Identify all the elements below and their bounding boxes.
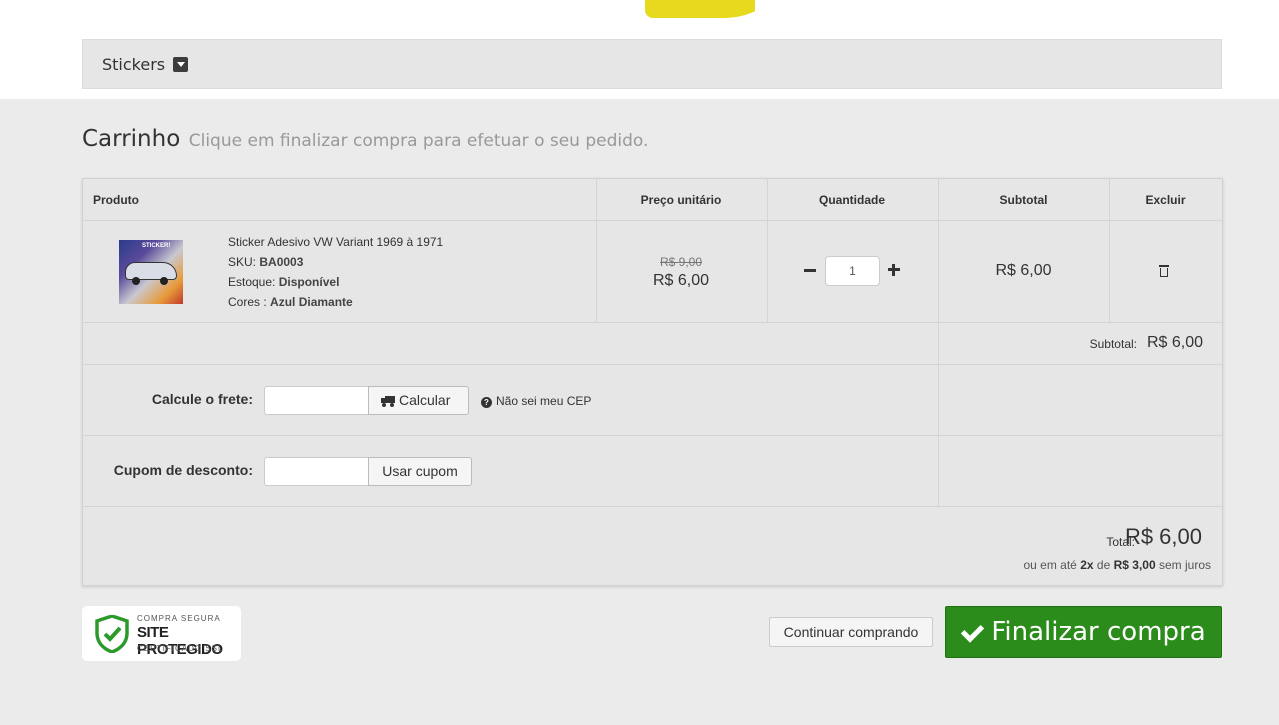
product-sku-label: SKU: [228, 255, 257, 269]
product-stock-label: Estoque: [228, 275, 276, 289]
calculate-shipping-label: Calcular [399, 392, 451, 408]
decrease-quantity-button[interactable] [804, 269, 816, 272]
total-value: R$ 6,00 [1124, 524, 1202, 549]
coupon-input[interactable] [264, 457, 369, 486]
logo[interactable] [645, 0, 755, 18]
subtotal-label: Subtotal: [1089, 337, 1137, 351]
page-title: Carrinho Clique em finalizar compra para… [82, 126, 648, 152]
ssl-seal: COMPRA SEGURA SITE PROTEGIDO CERTIFICADO… [82, 606, 241, 661]
cart-table: Produto Preço unitário Quantidade Subtot… [82, 178, 1223, 586]
product-image[interactable]: STICKER! [119, 240, 183, 304]
divider [83, 220, 1222, 221]
unit-price: R$ 6,00 [652, 272, 710, 289]
check-icon [961, 623, 983, 641]
header-unit-price: Preço unitário [640, 193, 722, 207]
calculate-shipping-button[interactable]: Calcular [368, 386, 469, 415]
product-stock-value: Disponível [278, 275, 340, 289]
divider [83, 364, 1222, 365]
divider [596, 179, 597, 323]
header-subtotal: Subtotal [999, 193, 1048, 207]
subtotal-value: R$ 6,00 [1146, 334, 1203, 351]
continue-shopping-button[interactable]: Continuar comprando [769, 617, 933, 647]
installment-prefix: ou em até [1023, 558, 1077, 572]
product-sku: SKU: BA0003 [228, 255, 303, 269]
divider [1109, 179, 1110, 323]
divider [83, 506, 1222, 507]
cep-help-link[interactable]: ? Não sei meu CEP [481, 394, 591, 408]
installment-amount: R$ 3,00 [1113, 558, 1156, 572]
shipping-label: Calcule o frete: [151, 391, 253, 407]
old-price: R$ 9,00 [659, 255, 703, 269]
divider [83, 435, 1222, 436]
shield-check-icon [95, 615, 129, 653]
divider [938, 179, 939, 507]
checkout-label: Finalizar compra [991, 617, 1206, 647]
cart-title: Carrinho [82, 126, 181, 152]
cep-input[interactable] [264, 386, 369, 415]
installment-suffix: sem juros [1158, 558, 1211, 572]
checkout-button[interactable]: Finalizar compra [945, 606, 1222, 658]
cep-help-text: Não sei meu CEP [496, 394, 592, 408]
apply-coupon-button[interactable]: Usar cupom [368, 457, 472, 486]
product-stock: Estoque: Disponível [228, 275, 339, 289]
quantity-input[interactable]: 1 [825, 256, 880, 286]
increase-quantity-button[interactable] [888, 264, 900, 276]
category-menu-bar: Stickers [82, 39, 1222, 89]
seal-line3: CERTIFICADO SSL [137, 644, 224, 653]
seal-line1: COMPRA SEGURA [137, 614, 221, 623]
product-sku-value: BA0003 [259, 255, 304, 269]
product-color-value: Azul Diamante [270, 295, 353, 309]
divider [767, 179, 768, 323]
product-image-tag: STICKER! [142, 243, 171, 249]
header-product: Produto [93, 193, 139, 207]
category-menu-label[interactable]: Stickers [102, 55, 165, 74]
trash-icon[interactable] [1159, 265, 1169, 277]
truck-icon [381, 396, 395, 407]
installment-times: 2x [1080, 558, 1094, 572]
divider [83, 322, 1222, 323]
header-remove: Excluir [1145, 193, 1186, 207]
cart-subtitle: Clique em finalizar compra para efetuar … [188, 131, 649, 151]
product-name[interactable]: Sticker Adesivo VW Variant 1969 à 1971 [228, 235, 443, 249]
header-quantity: Quantidade [818, 193, 885, 207]
installment-of: de [1096, 558, 1111, 572]
question-icon: ? [481, 397, 492, 408]
product-color-label: Cores : [228, 295, 267, 309]
installment-info: ou em até 2x de R$ 3,00 sem juros [1023, 558, 1211, 572]
chevron-down-icon[interactable] [173, 57, 188, 72]
item-subtotal: R$ 6,00 [995, 262, 1052, 279]
coupon-label: Cupom de desconto: [113, 462, 253, 478]
product-color: Cores : Azul Diamante [228, 295, 353, 309]
